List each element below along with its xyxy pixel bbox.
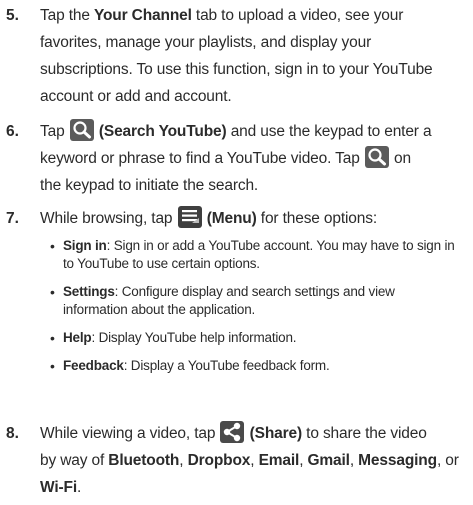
- search-icon: [69, 119, 94, 141]
- list-item: Sign in: Sign in or add a YouTube accoun…: [50, 237, 460, 273]
- list-item: Feedback: Display a YouTube feedback for…: [50, 357, 460, 375]
- step-number: 6.: [6, 123, 19, 140]
- text-line: subscriptions. To use this function, sig…: [40, 61, 433, 78]
- text-line: keyword or phrase to find a YouTube vide…: [40, 145, 460, 172]
- text-line: account or add and account.: [40, 88, 232, 105]
- menu-term: (Menu): [206, 210, 257, 227]
- options-list: Sign in: Sign in or add a YouTube accoun…: [50, 237, 460, 375]
- share-icon: [220, 421, 245, 443]
- manual-page: 5. Tap the Your Channel tab to upload a …: [0, 0, 473, 505]
- step-5-text: Tap the Your Channel tab to upload a vid…: [40, 2, 460, 110]
- menu-icon: [177, 206, 202, 228]
- app-name: Gmail: [307, 452, 350, 469]
- text-line: Wi-Fi.: [40, 479, 82, 496]
- search-youtube-term: (Search YouTube): [98, 123, 227, 140]
- step-number: 8.: [6, 425, 19, 442]
- text-line: by way of Bluetooth, Dropbox, Email, Gma…: [40, 452, 459, 469]
- text-line: favorites, manage your playlists, and di…: [40, 34, 372, 51]
- app-name: Dropbox: [187, 452, 251, 469]
- step-number: 5.: [6, 7, 19, 24]
- step-7-text: While browsing, tap (Menu) for these opt…: [40, 205, 460, 232]
- app-name: Bluetooth: [108, 452, 180, 469]
- step-number: 7.: [6, 210, 19, 227]
- text-line: the keypad to initiate the search.: [40, 177, 259, 194]
- step-6-text: Tap (Search YouTube) and use the keypad …: [40, 118, 460, 199]
- app-name: Email: [258, 452, 300, 469]
- your-channel-term: Your Channel: [93, 7, 192, 24]
- text-line: Tap the Your Channel tab to upload a vid…: [40, 7, 404, 24]
- search-icon: [364, 146, 389, 168]
- share-term: (Share): [249, 425, 303, 442]
- text-line: Tap (Search YouTube) and use the keypad …: [40, 118, 460, 145]
- step-8-text: While viewing a video, tap (Share) to sh…: [40, 420, 460, 501]
- list-item: Help: Display YouTube help information.: [50, 329, 460, 347]
- text-line: While viewing a video, tap (Share) to sh…: [40, 420, 460, 447]
- text-line: While browsing, tap (Menu) for these opt…: [40, 205, 460, 232]
- app-name: Wi-Fi: [40, 479, 77, 496]
- list-item: Settings: Configure display and search s…: [50, 283, 460, 319]
- app-name: Messaging: [358, 452, 437, 469]
